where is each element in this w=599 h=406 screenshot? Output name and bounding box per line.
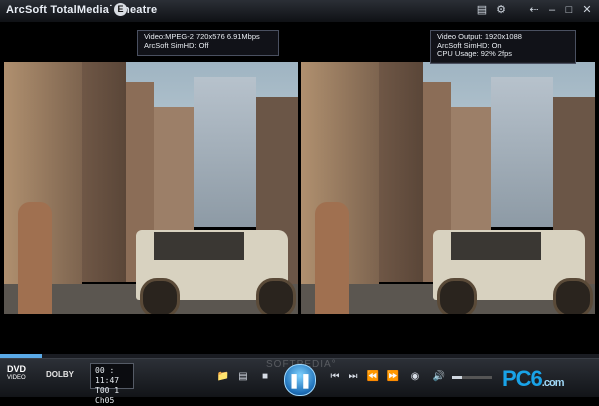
person xyxy=(315,202,349,314)
close-icon[interactable]: ✕ xyxy=(579,3,595,17)
bridge-tower xyxy=(194,77,256,227)
gear-icon[interactable]: ⚙ xyxy=(493,3,509,17)
pc6-logo: PC6.com xyxy=(502,366,565,392)
building xyxy=(82,62,126,282)
volume-icon[interactable]: 🔊 xyxy=(432,370,446,384)
previous-chapter-icon[interactable]: ⏮ xyxy=(328,370,342,384)
edition-badge[interactable]: E xyxy=(114,3,127,16)
car-window xyxy=(451,232,541,260)
open-folder-icon[interactable]: 📁 xyxy=(216,370,230,384)
dolby-logo: DOLBY xyxy=(46,370,74,379)
app-title: ArcSoft TotalMedia˙ Theatre xyxy=(6,4,158,16)
car-window xyxy=(154,232,244,260)
car-wheel xyxy=(437,278,477,314)
restore-icon[interactable]: □ xyxy=(561,3,577,17)
simhd-status: ArcSoft SimHD: Off xyxy=(144,40,209,50)
car-wheel xyxy=(140,278,180,314)
elapsed-time: 00 : 11:47 xyxy=(95,366,120,385)
briefcase-icon[interactable]: ▤ xyxy=(474,3,490,17)
stop-icon[interactable]: ■ xyxy=(258,370,272,384)
fast-forward-icon[interactable]: ⏩ xyxy=(386,370,400,384)
next-chapter-icon[interactable]: ⏭ xyxy=(346,370,360,384)
dvd-video-logo: DVD VIDEO xyxy=(7,365,26,383)
playlist-icon[interactable]: ▤ xyxy=(236,370,250,384)
pause-button[interactable]: ❚❚ xyxy=(284,364,316,396)
time-display: 00 : 11:47 T00 1 Ch05 xyxy=(90,363,134,405)
person xyxy=(18,202,52,314)
video-pane-right xyxy=(301,62,595,314)
title-chapter: T00 1 Ch05 xyxy=(95,386,120,405)
bridge-tower xyxy=(491,77,553,227)
logo-sub: .com xyxy=(541,377,565,389)
dvd-sub-label: VIDEO xyxy=(7,375,26,381)
video-info-overlay-right: Video Output: 1920x1088 ArcSoft SimHD: O… xyxy=(430,30,576,64)
minimize-icon[interactable]: – xyxy=(544,3,560,17)
dvd-label: DVD xyxy=(7,364,27,374)
volume-slider-fill xyxy=(452,376,462,379)
video-pane-left xyxy=(4,62,298,314)
car-wheel xyxy=(553,278,593,314)
car-wheel xyxy=(256,278,296,314)
pin-icon[interactable]: ⇠ xyxy=(526,3,542,17)
camera-icon[interactable]: ◉ xyxy=(408,370,422,384)
logo-main: PC6 xyxy=(502,366,543,391)
video-info-overlay-left: Video:MPEG-2 720x576 6.91Mbps ArcSoft Si… xyxy=(137,30,279,56)
rewind-icon[interactable]: ⏪ xyxy=(366,370,380,384)
cpu-usage-line: CPU Usage: 92% 2fps xyxy=(437,49,513,58)
title-bar: ArcSoft TotalMedia˙ Theatre E ▤ ⚙ ⇠ – □ … xyxy=(0,0,599,23)
building xyxy=(379,62,423,282)
